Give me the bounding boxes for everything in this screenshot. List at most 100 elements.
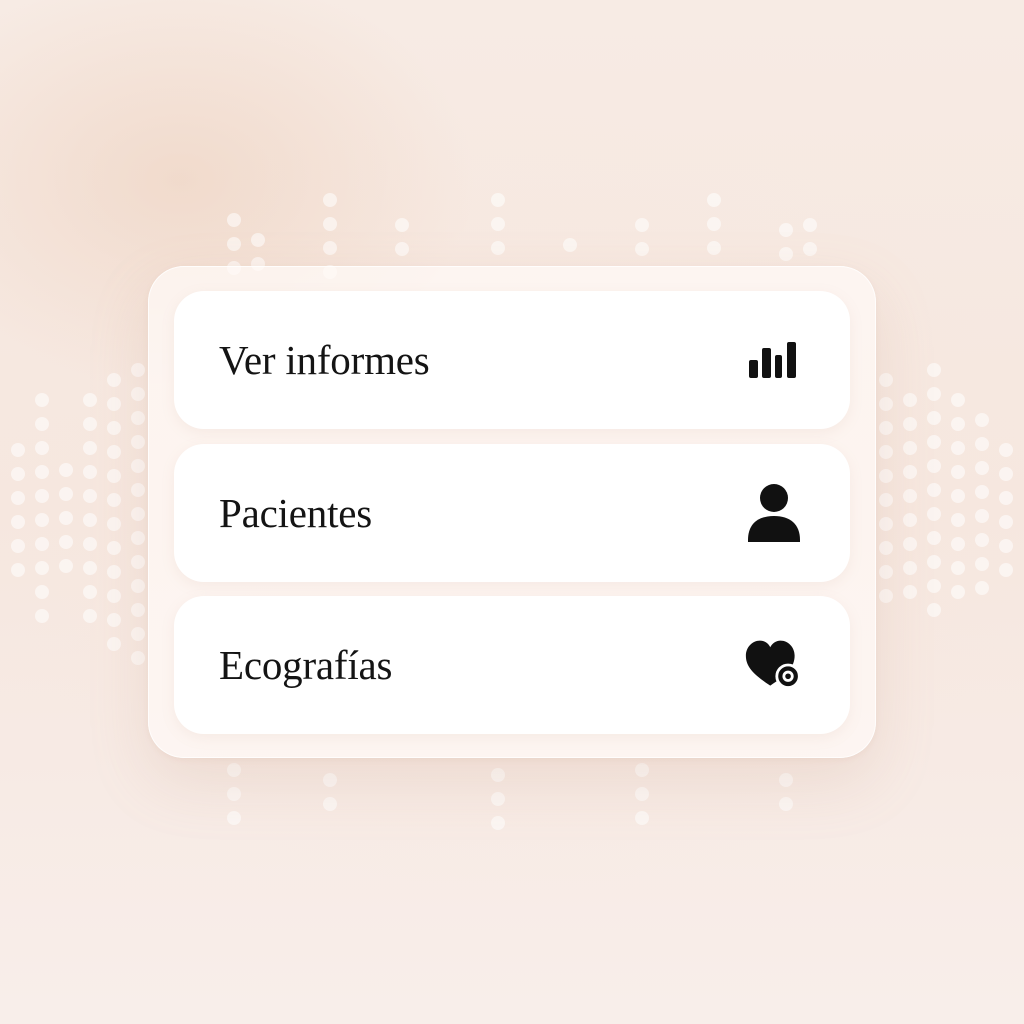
decorative-dot	[999, 515, 1013, 529]
decorative-dot	[131, 651, 145, 665]
decorative-dot	[903, 441, 917, 455]
decorative-dot	[927, 603, 941, 617]
decorative-dot	[975, 413, 989, 427]
decorative-dot	[131, 483, 145, 497]
decorative-dot	[635, 811, 649, 825]
decorative-dot	[35, 393, 49, 407]
decorative-dot	[927, 579, 941, 593]
decorative-dot	[879, 589, 893, 603]
decorative-dot	[83, 609, 97, 623]
decorative-dot	[107, 613, 121, 627]
decorative-dot	[903, 393, 917, 407]
decorative-dot	[975, 437, 989, 451]
decorative-dot	[83, 417, 97, 431]
decorative-dot	[11, 467, 25, 481]
decorative-dot	[779, 797, 793, 811]
decorative-dot	[131, 579, 145, 593]
person-icon	[744, 483, 804, 543]
decorative-dot	[251, 233, 265, 247]
decorative-dot	[35, 537, 49, 551]
decorative-dot	[927, 459, 941, 473]
decorative-dot	[951, 393, 965, 407]
decorative-dot	[107, 493, 121, 507]
decorative-dot	[879, 541, 893, 555]
decorative-dot	[903, 465, 917, 479]
decorative-dot	[635, 242, 649, 256]
decorative-dot	[563, 238, 577, 252]
decorative-dot	[903, 417, 917, 431]
decorative-dot	[35, 585, 49, 599]
decorative-dot	[107, 469, 121, 483]
decorative-dot	[999, 539, 1013, 553]
decorative-dot	[975, 485, 989, 499]
decorative-dot	[803, 242, 817, 256]
decorative-dot	[951, 585, 965, 599]
decorative-dot	[803, 218, 817, 232]
decorative-dot	[131, 435, 145, 449]
decorative-dot	[927, 387, 941, 401]
decorative-dot	[951, 441, 965, 455]
decorative-dot	[35, 441, 49, 455]
decorative-dot	[491, 768, 505, 782]
decorative-dot	[323, 217, 337, 231]
decorative-dot	[879, 469, 893, 483]
decorative-dot	[999, 491, 1013, 505]
decorative-dot	[927, 411, 941, 425]
decorative-dot	[999, 467, 1013, 481]
decorative-dot	[707, 217, 721, 231]
decorative-dot	[131, 603, 145, 617]
decorative-dot	[903, 537, 917, 551]
decorative-dot	[83, 393, 97, 407]
decorative-dot	[107, 397, 121, 411]
bar-chart-icon	[744, 330, 804, 390]
decorative-dot	[903, 513, 917, 527]
decorative-dot	[635, 218, 649, 232]
decorative-dot	[131, 627, 145, 641]
decorative-dot	[227, 811, 241, 825]
decorative-dot	[107, 373, 121, 387]
app-background: { "menu": { "items": [ { "label": "Ver i…	[0, 0, 1024, 1024]
decorative-dot	[131, 555, 145, 569]
menu-item-pacientes[interactable]: Pacientes	[174, 444, 850, 582]
decorative-dot	[323, 241, 337, 255]
decorative-dot	[107, 637, 121, 651]
decorative-dot	[59, 511, 73, 525]
decorative-dot	[227, 787, 241, 801]
menu-item-ecografias[interactable]: Ecografías	[174, 596, 850, 734]
decorative-dot	[491, 193, 505, 207]
decorative-dot	[323, 773, 337, 787]
decorative-dot	[83, 465, 97, 479]
decorative-dot	[491, 792, 505, 806]
decorative-dot	[83, 489, 97, 503]
decorative-dot	[395, 218, 409, 232]
decorative-dot	[635, 763, 649, 777]
decorative-dot	[999, 563, 1013, 577]
decorative-dot	[35, 513, 49, 527]
decorative-dot	[779, 223, 793, 237]
decorative-dot	[779, 247, 793, 261]
menu-item-label: Pacientes	[219, 489, 373, 536]
decorative-dot	[635, 787, 649, 801]
decorative-dot	[975, 461, 989, 475]
decorative-dot	[107, 589, 121, 603]
decorative-dot	[879, 373, 893, 387]
decorative-dot	[59, 463, 73, 477]
decorative-dot	[83, 561, 97, 575]
decorative-dot	[951, 561, 965, 575]
decorative-dot	[951, 417, 965, 431]
decorative-dot	[975, 509, 989, 523]
decorative-dot	[131, 531, 145, 545]
decorative-dot	[879, 445, 893, 459]
decorative-dot	[879, 565, 893, 579]
decorative-dot	[879, 517, 893, 531]
menu-item-ver-informes[interactable]: Ver informes	[174, 291, 850, 429]
decorative-dot	[83, 513, 97, 527]
decorative-dot	[107, 445, 121, 459]
decorative-dot	[83, 441, 97, 455]
decorative-dot	[927, 363, 941, 377]
decorative-dot	[107, 565, 121, 579]
decorative-dot	[975, 581, 989, 595]
decorative-dot	[951, 513, 965, 527]
decorative-dot	[975, 557, 989, 571]
decorative-dot	[35, 489, 49, 503]
